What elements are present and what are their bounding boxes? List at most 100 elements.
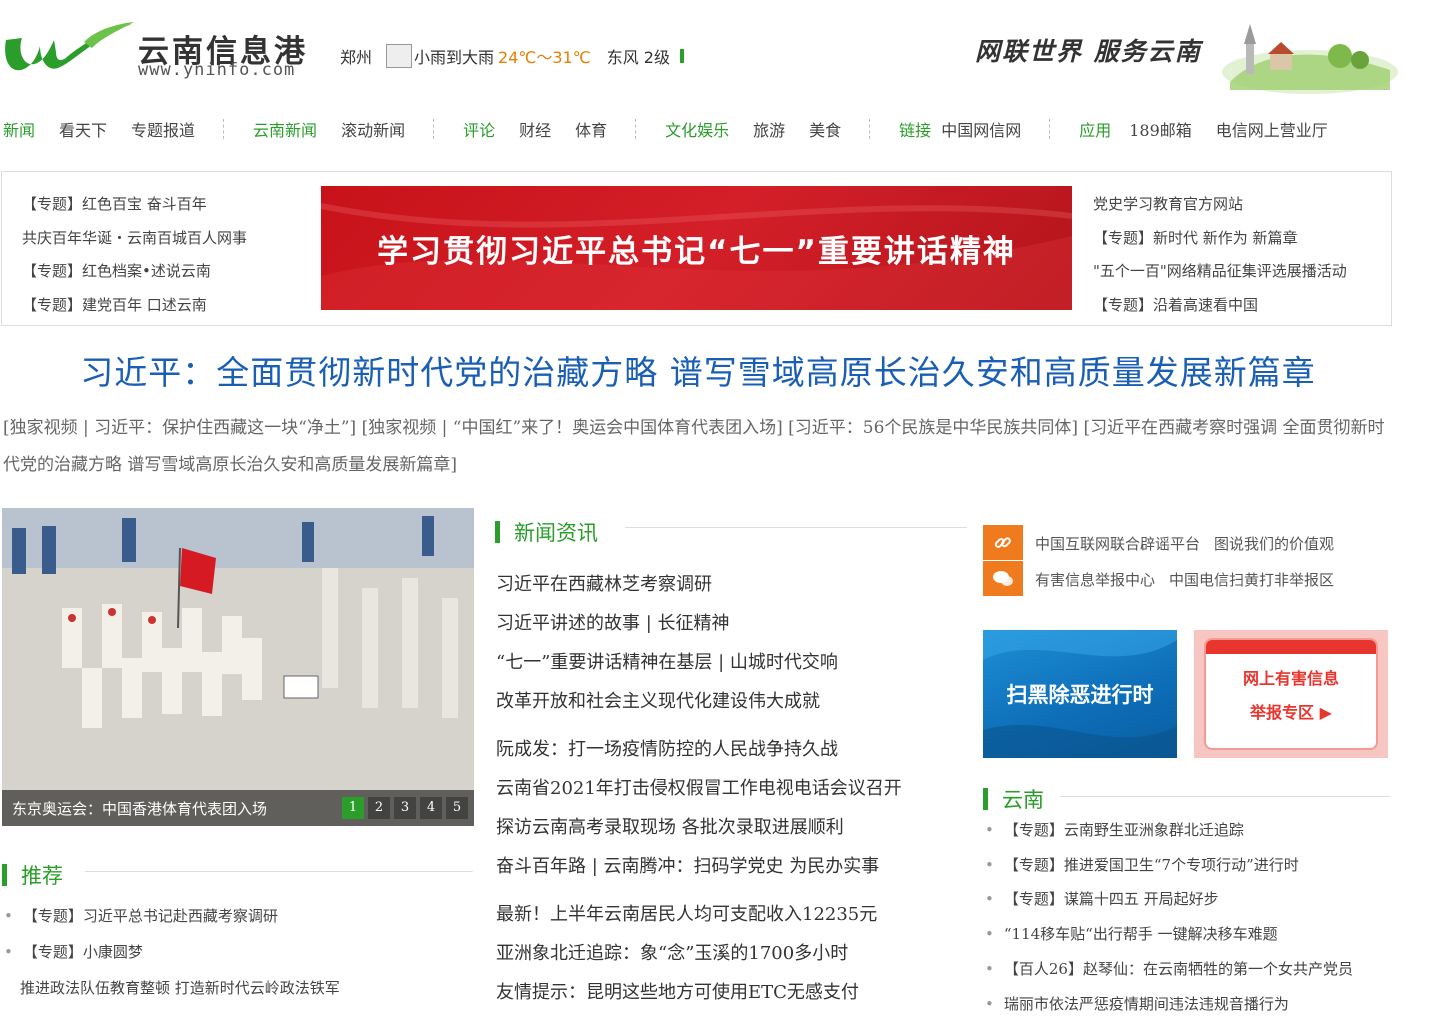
bullet-icon: • [985, 821, 994, 839]
quick-link[interactable]: 中国电信扫黄打非举报区 [1169, 571, 1334, 589]
news-item[interactable]: 阮成发：打一场疫情防控的人民战争持久战 [496, 739, 838, 760]
report-zone-ad[interactable]: 网上有害信息 举报专区 ▶ [1194, 630, 1388, 758]
nav-group-links: 链接 中国网信网 [899, 117, 1045, 141]
yunnan-section-title: 云南 [983, 784, 1044, 814]
quick-icons [983, 525, 1023, 596]
news-section-title: 新闻资讯 [495, 517, 598, 547]
bullet-icon: • [985, 925, 994, 944]
featured-right-links: 党史学习教育官方网站 【专题】新时代 新作为 新篇章 "五个一百"网络精品征集评… [1093, 188, 1347, 322]
news-item[interactable]: 最新！上半年云南居民人均可支配收入12235元 [496, 904, 877, 925]
slideshow-page-button[interactable]: 5 [446, 797, 468, 819]
featured-link[interactable]: 党史学习教育官方网站 [1093, 195, 1243, 213]
nav-item-finance[interactable]: 财经 [519, 117, 551, 141]
main-headline[interactable]: 习近平：全面贯彻新时代党的治藏方略 谱写雪域高原长治久安和高质量发展新篇章 [0, 346, 1396, 394]
link-icon [983, 525, 1023, 560]
nav-item-189-mail[interactable]: 189邮箱 [1129, 117, 1192, 141]
featured-link[interactable]: 【专题】建党百年 口述云南 [22, 296, 207, 314]
section-marker [983, 788, 988, 810]
quick-link[interactable]: 有害信息举报中心 [1035, 571, 1155, 589]
ad1-text: 扫黑除恶进行时 [1006, 683, 1154, 707]
nav-divider [223, 119, 225, 139]
quick-link[interactable]: 中国互联网联合辟谣平台 [1035, 535, 1200, 553]
nav-group-comment: 评论 财经 体育 [463, 117, 631, 141]
recommend-item[interactable]: 【专题】小康圆梦 [23, 943, 143, 961]
featured-link[interactable]: "五个一百"网络精品征集评选展播活动 [1093, 262, 1347, 280]
signal-bar-icon [679, 49, 684, 63]
section-marker [495, 521, 500, 543]
section-divider [85, 871, 473, 872]
news-item[interactable]: 云南省2021年打击侵权假冒工作电视电话会议召开 [496, 778, 902, 799]
slideshow-page-button[interactable]: 3 [394, 797, 416, 819]
nav-item-food[interactable]: 美食 [809, 117, 841, 141]
bullet-icon: • [4, 943, 13, 961]
recommend-item[interactable]: 【专题】习近平总书记赴西藏考察调研 [23, 907, 278, 925]
slideshow-page-button[interactable]: 1 [342, 797, 364, 819]
landmark-illustration-icon [1222, 24, 1398, 94]
nav-divider [1049, 119, 1051, 139]
quick-link[interactable]: 图说我们的价值观 [1214, 535, 1334, 553]
section-divider [625, 527, 967, 528]
ad2-window: 网上有害信息 举报专区 ▶ [1206, 640, 1376, 748]
yunnan-item[interactable]: 【专题】推进爱国卫生“7个专项行动”进行时 [1004, 856, 1299, 874]
news-item[interactable]: 习近平在西藏林芝考察调研 [496, 574, 712, 595]
nav-item-culture[interactable]: 文化娱乐 [665, 117, 729, 141]
nav-item-yunnan-news[interactable]: 云南新闻 [253, 117, 317, 141]
nav-item-apps[interactable]: 应用 [1079, 117, 1111, 141]
recommend-list: • 【专题】习近平总书记赴西藏考察调研 • 【专题】小康圆梦 推进政法队伍教育整顿 … [4, 898, 340, 1006]
logo-icon[interactable] [0, 18, 140, 82]
slideshow-page-button[interactable]: 2 [368, 797, 390, 819]
news-title-text: 新闻资讯 [514, 521, 598, 545]
yunnan-item[interactable]: 瑞丽市依法严惩疫情期间违法违规音播行为 [1004, 995, 1289, 1013]
study-banner[interactable]: 学习贯彻习近平总书记“七一”重要讲话精神 [321, 186, 1072, 310]
recommend-section-title: 推荐 [2, 860, 63, 890]
news-item[interactable]: 习近平讲述的故事 | 长征精神 [496, 613, 730, 634]
nav-item-sports[interactable]: 体育 [575, 117, 607, 141]
nav-item-comment[interactable]: 评论 [463, 117, 495, 141]
featured-link[interactable]: 【专题】红色档案•述说云南 [22, 262, 211, 280]
weather-temp: 24℃～31℃ [498, 48, 591, 67]
yunnan-list: • 【专题】云南野生亚洲象群北迁追踪 • 【专题】推进爱国卫生“7个专项行动”进行时… [985, 813, 1353, 1021]
slideshow-pager: 1 2 3 4 5 [338, 797, 468, 819]
news-item[interactable]: 探访云南高考录取现场 各批次录取进展顺利 [496, 817, 844, 838]
ad2-window-titlebar [1206, 640, 1376, 654]
news-item[interactable]: 亚洲象北迁追踪：象“念”玉溪的1700多小时 [496, 943, 848, 964]
weather-icon [386, 44, 413, 68]
featured-link[interactable]: 【专题】红色百宝 奋斗百年 [22, 195, 207, 213]
slideshow-page-button[interactable]: 4 [420, 797, 442, 819]
headline-related-links[interactable]: [独家视频 | 习近平：保护住西藏这一块“净土”] [独家视频 | “中国红”来… [3, 410, 1398, 484]
nav-item-topics[interactable]: 专题报道 [131, 117, 195, 141]
nav-item-news[interactable]: 新闻 [3, 117, 35, 141]
anti-crime-ad[interactable]: 扫黑除恶进行时 [983, 630, 1177, 758]
nav-item-travel[interactable]: 旅游 [753, 117, 785, 141]
nav-item-telecom-hall[interactable]: 电信网上营业厅 [1216, 117, 1328, 141]
news-item[interactable]: 奋斗百年路 | 云南腾冲：扫码学党史 为民办实事 [496, 856, 879, 877]
yunnan-item[interactable]: 【百人26】赵琴仙：在云南牺牲的第一个女共产党员 [1004, 960, 1353, 978]
nav-item-links[interactable]: 链接 [899, 117, 931, 141]
news-item[interactable]: “七一”重要讲话精神在基层 | 山城时代交响 [496, 652, 838, 673]
slideshow-photo[interactable] [2, 508, 474, 826]
recommend-item[interactable]: 推进政法队伍教育整顿 打造新时代云岭政法铁军 [20, 979, 340, 997]
nav-group-yunnan: 云南新闻 滚动新闻 [253, 117, 429, 141]
news-item[interactable]: 改革开放和社会主义现代化建设伟大成就 [496, 691, 820, 712]
weather-city: 郑州 [340, 48, 373, 67]
nav-divider [869, 119, 871, 139]
header-slogan: 网联世界 服务云南 [975, 37, 1202, 66]
nav-item-cac[interactable]: 中国网信网 [941, 117, 1021, 141]
yunnan-item[interactable]: 【专题】谋篇十四五 开局起好步 [1004, 890, 1219, 908]
bullet-icon: • [985, 890, 994, 909]
nav-item-rolling-news[interactable]: 滚动新闻 [341, 117, 405, 141]
yunnan-item[interactable]: “114移车贴“出行帮手 一键解决移车难题 [1004, 925, 1278, 943]
featured-link[interactable]: 共庆百年华诞・云南百城百人网事 [22, 229, 247, 247]
ad2-line1: 网上有害信息 [1242, 669, 1339, 688]
featured-link[interactable]: 【专题】新时代 新作为 新篇章 [1093, 229, 1298, 247]
news-item[interactable]: 友情提示：昆明这些地方可使用ETC无感支付 [496, 982, 859, 1003]
chat-icon [983, 561, 1023, 596]
section-marker [2, 864, 7, 886]
nav-item-world[interactable]: 看天下 [59, 117, 107, 141]
logo-url[interactable]: www.yninfo.com [138, 60, 295, 80]
slideshow-caption[interactable]: 东京奥运会：中国香港体育代表团入场 [12, 798, 338, 819]
yunnan-item[interactable]: 【专题】云南野生亚洲象群北迁追踪 [1004, 821, 1244, 839]
featured-link[interactable]: 【专题】沿着高速看中国 [1093, 296, 1258, 314]
bullet-icon: • [985, 855, 994, 874]
yunnan-title-text: 云南 [1002, 788, 1044, 812]
